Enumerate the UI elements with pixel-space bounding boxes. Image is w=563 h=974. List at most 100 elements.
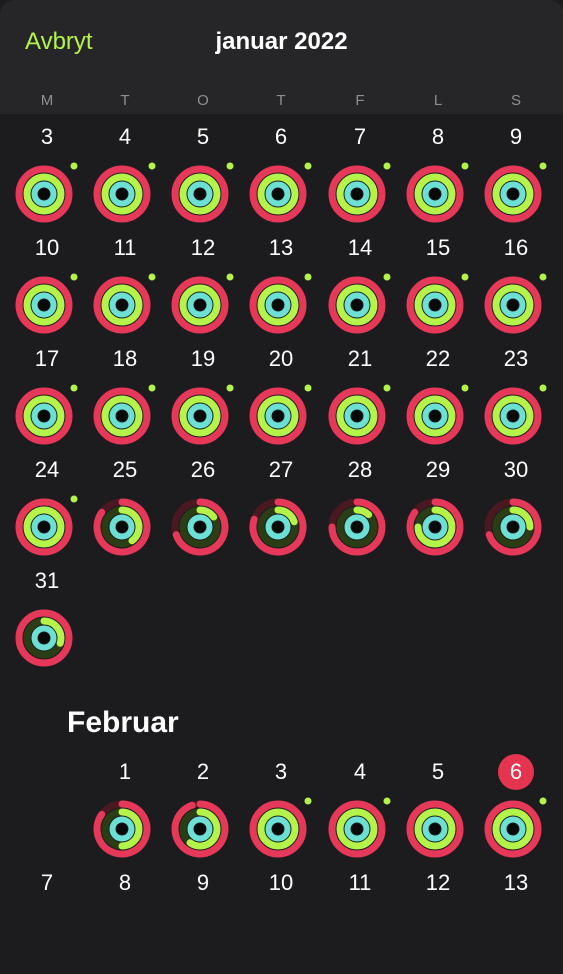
calendar-day[interactable]: 30 [481, 457, 551, 561]
weekday-label: F [355, 92, 365, 109]
calendar-day[interactable]: 14 [325, 235, 395, 339]
calendar-day[interactable]: 21 [325, 346, 395, 450]
day-number: 15 [425, 235, 451, 260]
calendar-day[interactable]: 3 [246, 759, 316, 863]
goal-dot [148, 384, 156, 392]
calendar-day[interactable]: 6 [481, 754, 551, 863]
day-number: 12 [190, 235, 216, 260]
activity-rings[interactable] [171, 797, 235, 861]
calendar-day[interactable]: 13 [481, 870, 551, 974]
calendar-day[interactable]: 5 [168, 124, 238, 228]
activity-rings[interactable] [15, 495, 79, 559]
activity-rings[interactable] [406, 495, 470, 559]
activity-rings[interactable] [15, 162, 79, 226]
calendar-day[interactable]: 11 [325, 870, 395, 974]
calendar-day[interactable]: 25 [90, 457, 160, 561]
day-number: 22 [425, 346, 451, 371]
calendar-day[interactable]: 2 [168, 759, 238, 863]
calendar-day[interactable]: 11 [90, 235, 160, 339]
activity-rings[interactable] [249, 273, 313, 337]
activity-rings[interactable] [484, 273, 548, 337]
calendar-day[interactable]: 18 [90, 346, 160, 450]
activity-rings[interactable] [328, 384, 392, 448]
day-number: 8 [118, 870, 132, 895]
day-number: 12 [425, 870, 451, 895]
calendar-day[interactable]: 10 [246, 870, 316, 974]
day-number: 9 [509, 124, 523, 149]
calendar-day[interactable]: 7 [325, 124, 395, 228]
calendar-day[interactable]: 4 [90, 124, 160, 228]
calendar-day[interactable]: 3 [12, 124, 82, 228]
activity-rings[interactable] [328, 162, 392, 226]
calendar-day[interactable]: 9 [481, 124, 551, 228]
activity-rings[interactable] [249, 495, 313, 559]
activity-rings[interactable] [484, 797, 548, 861]
day-number: 1 [118, 759, 132, 784]
calendar-day[interactable]: 16 [481, 235, 551, 339]
page-title: januar 2022 [215, 28, 348, 55]
activity-rings[interactable] [484, 162, 548, 226]
day-number: 2 [196, 759, 210, 784]
activity-rings[interactable] [15, 273, 79, 337]
calendar-header: Avbryt januar 2022 MTOTFLS [0, 0, 563, 114]
activity-rings[interactable] [406, 273, 470, 337]
goal-dot [461, 162, 469, 170]
calendar-day[interactable]: 9 [168, 870, 238, 974]
calendar-day[interactable]: 19 [168, 346, 238, 450]
calendar-day[interactable]: 15 [403, 235, 473, 339]
day-number: 14 [347, 235, 373, 260]
calendar-day[interactable]: 7 [12, 870, 82, 974]
activity-rings[interactable] [171, 273, 235, 337]
calendar-day[interactable]: 17 [12, 346, 82, 450]
calendar-day[interactable]: 24 [12, 457, 82, 561]
calendar-day[interactable]: 13 [246, 235, 316, 339]
calendar-day[interactable]: 5 [403, 759, 473, 863]
activity-rings[interactable] [406, 384, 470, 448]
calendar-day[interactable]: 31 [12, 568, 82, 672]
day-number: 18 [112, 346, 138, 371]
activity-rings[interactable] [406, 797, 470, 861]
goal-dot [383, 162, 391, 170]
activity-rings[interactable] [93, 384, 157, 448]
activity-rings[interactable] [15, 384, 79, 448]
goal-dot [148, 162, 156, 170]
calendar-day[interactable]: 20 [246, 346, 316, 450]
calendar-day[interactable]: 8 [403, 124, 473, 228]
calendar-day[interactable]: 8 [90, 870, 160, 974]
activity-rings[interactable] [484, 384, 548, 448]
calendar-day[interactable]: 22 [403, 346, 473, 450]
calendar-day[interactable]: 12 [168, 235, 238, 339]
calendar-day[interactable]: 4 [325, 759, 395, 863]
day-number: 29 [425, 457, 451, 482]
calendar-day[interactable]: 6 [246, 124, 316, 228]
activity-rings[interactable] [249, 797, 313, 861]
calendar-day[interactable]: 1 [90, 759, 160, 863]
calendar-day[interactable]: 28 [325, 457, 395, 561]
activity-rings[interactable] [406, 162, 470, 226]
activity-rings[interactable] [15, 606, 79, 670]
weekday-label: L [433, 92, 443, 109]
activity-rings[interactable] [249, 162, 313, 226]
activity-rings[interactable] [171, 495, 235, 559]
day-number: 13 [268, 235, 294, 260]
day-number: 6 [274, 124, 288, 149]
activity-rings[interactable] [328, 495, 392, 559]
activity-rings[interactable] [171, 162, 235, 226]
calendar-day[interactable]: 23 [481, 346, 551, 450]
activity-rings[interactable] [93, 273, 157, 337]
activity-rings[interactable] [93, 495, 157, 559]
calendar-day[interactable]: 29 [403, 457, 473, 561]
activity-rings[interactable] [249, 384, 313, 448]
activity-rings[interactable] [93, 162, 157, 226]
calendar-day[interactable]: 12 [403, 870, 473, 974]
activity-rings[interactable] [171, 384, 235, 448]
activity-rings[interactable] [328, 797, 392, 861]
activity-rings[interactable] [484, 495, 548, 559]
activity-rings[interactable] [328, 273, 392, 337]
day-number: 9 [196, 870, 210, 895]
calendar-day[interactable]: 26 [168, 457, 238, 561]
activity-rings[interactable] [93, 797, 157, 861]
calendar-day[interactable]: 10 [12, 235, 82, 339]
calendar-day[interactable]: 27 [246, 457, 316, 561]
day-number: 8 [431, 124, 445, 149]
